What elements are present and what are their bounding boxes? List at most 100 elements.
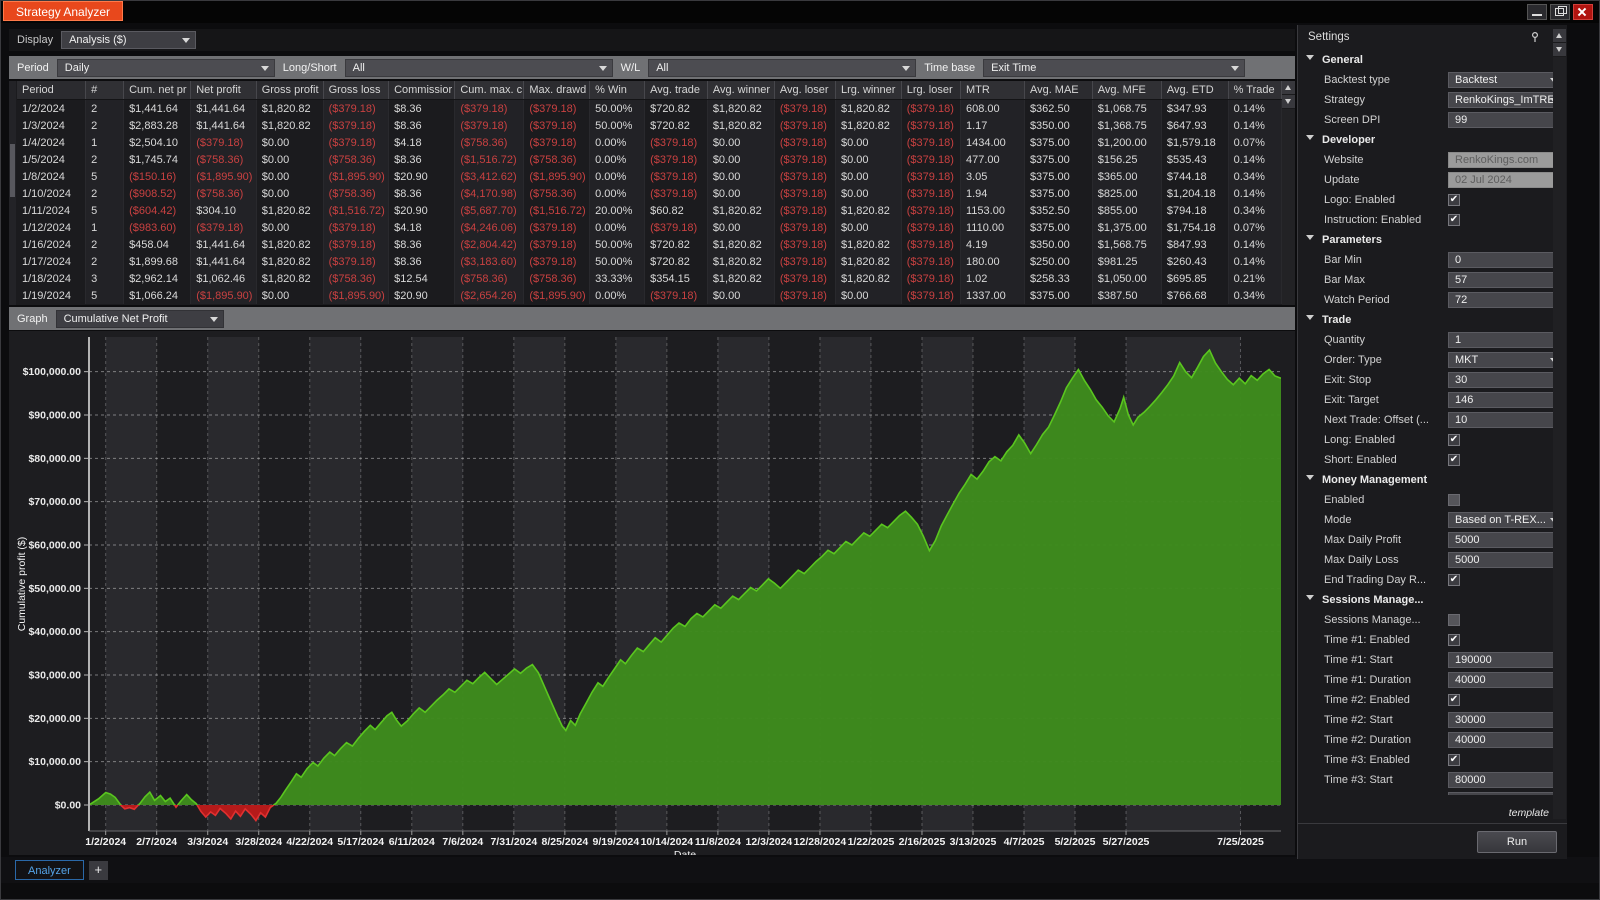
column-header-lrg-loser[interactable]: Lrg. loser <box>901 81 960 100</box>
column-header-avg-mae[interactable]: Avg. MAE <box>1024 81 1092 100</box>
long-short-combo[interactable]: All <box>345 59 613 77</box>
column-header-net-profit[interactable]: Net profit <box>191 81 257 100</box>
column-header--win[interactable]: % Win <box>590 81 645 100</box>
input-time-3-start[interactable]: 80000 <box>1448 772 1553 788</box>
table-cell: $825.00 <box>1092 185 1161 202</box>
column-header-commissior[interactable]: Commissior <box>389 81 455 100</box>
graph-type-combo[interactable]: Cumulative Net Profit <box>56 310 224 328</box>
table-row[interactable]: 1/12/20241($983.60)($379.18)$0.00($379.1… <box>17 219 1282 236</box>
settings-section-money-management[interactable]: Money Management <box>1298 471 1553 491</box>
column-header-avg-winner[interactable]: Avg. winner <box>707 81 774 100</box>
settings-section-sessions-manage-[interactable]: Sessions Manage... <box>1298 591 1553 611</box>
input-update: 02 Jul 2024 <box>1448 172 1553 188</box>
table-left-scrollbar[interactable] <box>9 81 16 305</box>
input-screen-dpi[interactable]: 99 <box>1448 112 1553 128</box>
table-row[interactable]: 1/2/20242$1,441.64$1,441.64$1,820.82($37… <box>17 100 1282 118</box>
table-row[interactable]: 1/16/20242$458.04$1,441.64$1,820.82($379… <box>17 236 1282 253</box>
column-header--[interactable]: # <box>86 81 124 100</box>
column-header--trade[interactable]: % Trade <box>1228 81 1281 100</box>
table-cell: ($379.18) <box>645 219 708 236</box>
table-row[interactable]: 1/10/20242($908.52)($758.36)$0.00($758.3… <box>17 185 1282 202</box>
scroll-up-button[interactable] <box>1553 29 1566 43</box>
column-header-mtr[interactable]: MTR <box>961 81 1025 100</box>
checkbox-short-enabled[interactable]: ✔ <box>1448 454 1460 466</box>
checkbox-instruction-enabled[interactable]: ✔ <box>1448 214 1460 226</box>
combo-backtest-type[interactable]: Backtest <box>1448 72 1553 88</box>
checkbox-enabled[interactable] <box>1448 494 1460 506</box>
column-header-period[interactable]: Period <box>17 81 86 100</box>
table-cell: $1,368.75 <box>1092 117 1161 134</box>
column-header-gross-loss[interactable]: Gross loss <box>323 81 389 100</box>
input-max-daily-profit[interactable]: 5000 <box>1448 532 1553 548</box>
table-row[interactable]: 1/4/20241$2,504.10($379.18)$0.00($379.18… <box>17 134 1282 151</box>
column-header-max-drawd[interactable]: Max. drawd <box>524 81 590 100</box>
input-max-daily-loss[interactable]: 5000 <box>1448 552 1553 568</box>
input-time-2-duration[interactable]: 40000 <box>1448 732 1553 748</box>
scroll-down-button[interactable] <box>1553 43 1566 57</box>
combo-order-type[interactable]: MKT <box>1448 352 1553 368</box>
table-scrollbar <box>1282 81 1295 305</box>
input-time-2-start[interactable]: 30000 <box>1448 712 1553 728</box>
restore-icon <box>1555 8 1564 16</box>
column-header-avg-etd[interactable]: Avg. ETD <box>1161 81 1228 100</box>
settings-section-general[interactable]: General <box>1298 51 1553 71</box>
checkbox-long-enabled[interactable]: ✔ <box>1448 434 1460 446</box>
input-time-1-duration[interactable]: 40000 <box>1448 672 1553 688</box>
filter-toolbar: Period Daily Long/Short All W/L All Time… <box>9 56 1295 79</box>
time-base-combo[interactable]: Exit Time <box>983 59 1245 77</box>
table-row[interactable]: 1/19/20245$1,066.24($1,895.90)$0.00($1,8… <box>17 287 1282 304</box>
settings-section-developer[interactable]: Developer <box>1298 131 1553 151</box>
table-cell: 2 <box>86 236 124 253</box>
table-row[interactable]: 1/5/20242$1,745.74($758.36)$0.00($758.36… <box>17 151 1282 168</box>
input-quantity[interactable]: 1 <box>1448 332 1553 348</box>
input-watch-period[interactable]: 72 <box>1448 292 1553 308</box>
combo-strategy[interactable]: RenkoKings_ImTRE <box>1448 92 1553 108</box>
restore-button[interactable] <box>1550 4 1570 20</box>
table-cell: $0.00 <box>835 168 901 185</box>
settings-section-parameters[interactable]: Parameters <box>1298 231 1553 251</box>
table-cell: $981.25 <box>1092 253 1161 270</box>
column-header-lrg-winner[interactable]: Lrg. winner <box>835 81 901 100</box>
scrollbar-thumb[interactable] <box>10 144 15 198</box>
run-button[interactable]: Run <box>1477 831 1557 853</box>
input-exit-stop[interactable]: 30 <box>1448 372 1553 388</box>
settings-section-trade[interactable]: Trade <box>1298 311 1553 331</box>
checkbox-time-3-enabled[interactable]: ✔ <box>1448 754 1460 766</box>
combo-mode[interactable]: Based on T-REX... <box>1448 512 1553 528</box>
checkbox-time-2-enabled[interactable]: ✔ <box>1448 694 1460 706</box>
column-header-cum-net-pr[interactable]: Cum. net pr <box>124 81 191 100</box>
input-bar-min[interactable]: 0 <box>1448 252 1553 268</box>
checkbox-sessions-manage-[interactable] <box>1448 614 1460 626</box>
checkbox-logo-enabled[interactable]: ✔ <box>1448 194 1460 206</box>
checkbox-end-trading-day-r-[interactable]: ✔ <box>1448 574 1460 586</box>
column-header-avg-trade[interactable]: Avg. trade <box>645 81 708 100</box>
input-time-1-start[interactable]: 190000 <box>1448 652 1553 668</box>
input-next-trade-offset-[interactable]: 10 <box>1448 412 1553 428</box>
add-tab-button[interactable]: + <box>89 861 108 880</box>
input-exit-target[interactable]: 146 <box>1448 392 1553 408</box>
column-header-cum-max-c[interactable]: Cum. max. c <box>455 81 524 100</box>
scroll-down-button[interactable] <box>1282 95 1295 109</box>
period-combo[interactable]: Daily <box>57 59 275 77</box>
pin-icon[interactable] <box>1529 31 1541 43</box>
minimize-button[interactable] <box>1527 4 1547 20</box>
tab-analyzer[interactable]: Analyzer <box>15 860 84 880</box>
column-header-gross-profit[interactable]: Gross profit <box>256 81 323 100</box>
settings-item-row: WebsiteRenkoKings.com <box>1298 151 1553 171</box>
column-header-avg-mfe[interactable]: Avg. MFE <box>1092 81 1161 100</box>
table-row[interactable]: 1/8/20245($150.16)($1,895.90)$0.00($1,89… <box>17 168 1282 185</box>
scroll-up-button[interactable] <box>1282 81 1295 95</box>
table-row[interactable]: 1/17/20242$1,899.68$1,441.64$1,820.82($3… <box>17 253 1282 270</box>
window-title-tab[interactable]: Strategy Analyzer <box>3 1 123 21</box>
table-row[interactable]: 1/3/20242$2,883.28$1,441.64$1,820.82($37… <box>17 117 1282 134</box>
display-combo[interactable]: Analysis ($) <box>61 31 196 49</box>
column-header-avg-loser[interactable]: Avg. loser <box>774 81 835 100</box>
table-row[interactable]: 1/18/20243$2,962.14$1,062.46$1,820.82($7… <box>17 270 1282 287</box>
input-bar-max[interactable]: 57 <box>1448 272 1553 288</box>
input-time-3-duration[interactable]: 40000 <box>1448 792 1553 795</box>
table-row[interactable]: 1/11/20245($604.42)$304.10$1,820.82($1,5… <box>17 202 1282 219</box>
checkbox-time-1-enabled[interactable]: ✔ <box>1448 634 1460 646</box>
close-button[interactable] <box>1573 4 1593 20</box>
field-value: RenkoKings.com <box>1455 154 1538 166</box>
wl-combo[interactable]: All <box>648 59 916 77</box>
